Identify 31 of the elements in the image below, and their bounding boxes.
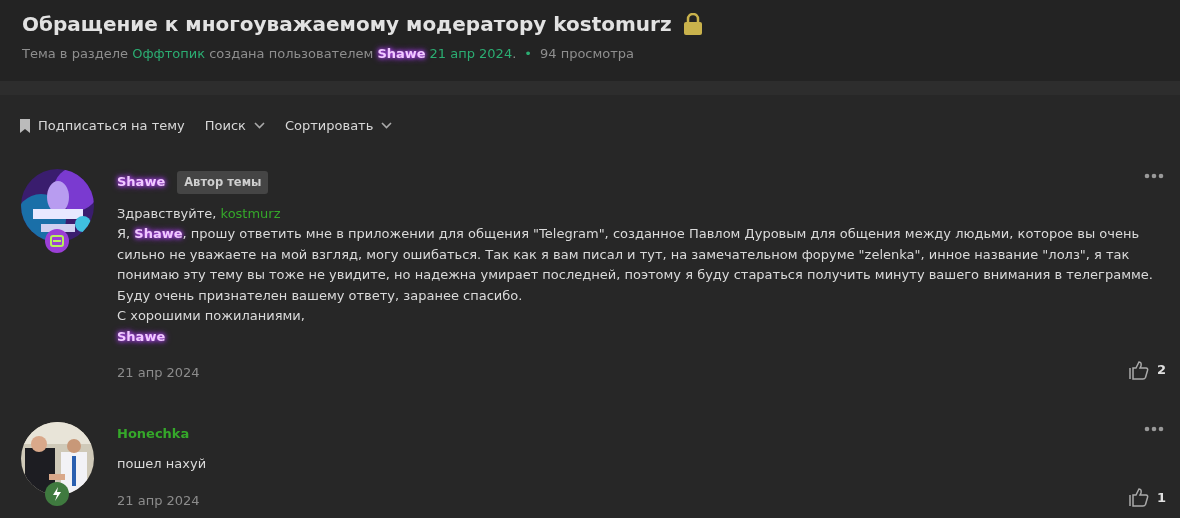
thumbs-up-icon[interactable] [1128,359,1149,380]
mention-link[interactable]: kostmurz [220,205,281,221]
link[interactable]: Оффтопик [132,46,205,61]
username-link[interactable]: Shawe [377,46,426,61]
more-icon[interactable] [1144,173,1164,179]
thumbs-up-icon[interactable] [1128,487,1149,507]
separator-dot: • [524,46,532,61]
card-icon [45,229,69,253]
subscribe-button[interactable]: Подписаться на тему [20,118,185,133]
message-text: Я, Shawe, прошу ответить мне в приложении для общения "Telegram", созданное Павлом Дуровым для общения между людьми, которое вы очень сильно не уважаете на мой взгляд, могу ошибаться. Так как я вам писал и тут, на замечательном форуме "zelenka", инное название "лолз", я так понимаю эту тему вы тоже не увидите, но надежна умирает последней, поэтому я буду стараться получить минуту вашего внимания в телеграмме. [117,225,1154,284]
thread-title: Обращение к многоуважаемому модератору kostomurz [22,12,672,36]
dropdown-button[interactable]: Сортировать [285,118,393,133]
thread-meta: Тема в разделе Оффтопик создана пользователем Shawe 21 апр 2024. [22,46,517,61]
message-text: С хорошими пожиланиями, [117,307,306,325]
view-count: 94 просмотра [539,46,635,61]
username-link[interactable]: Shawe [134,226,183,241]
lightning-icon [45,481,69,506]
bookmark-icon [20,118,30,133]
like-count: 2 [1156,362,1166,377]
message-text: Здравствуйте, kostmurz [117,204,282,223]
chevron-down-icon [254,122,265,129]
more-icon[interactable] [1144,425,1164,432]
chevron-down-icon [381,122,393,129]
author-name[interactable]: Shawe [117,172,166,193]
author-badge: Автор темы [177,171,269,194]
message-text: пошел нахуй [117,455,208,473]
author-name[interactable]: Honechka [117,423,190,444]
username-link[interactable]: Shawe [117,328,166,344]
message-text: Буду очень признателен вашему ответу, заранее спасибо. [117,286,524,305]
dropdown-button[interactable]: Поиск [204,118,265,133]
like-count: 1 [1156,489,1166,505]
